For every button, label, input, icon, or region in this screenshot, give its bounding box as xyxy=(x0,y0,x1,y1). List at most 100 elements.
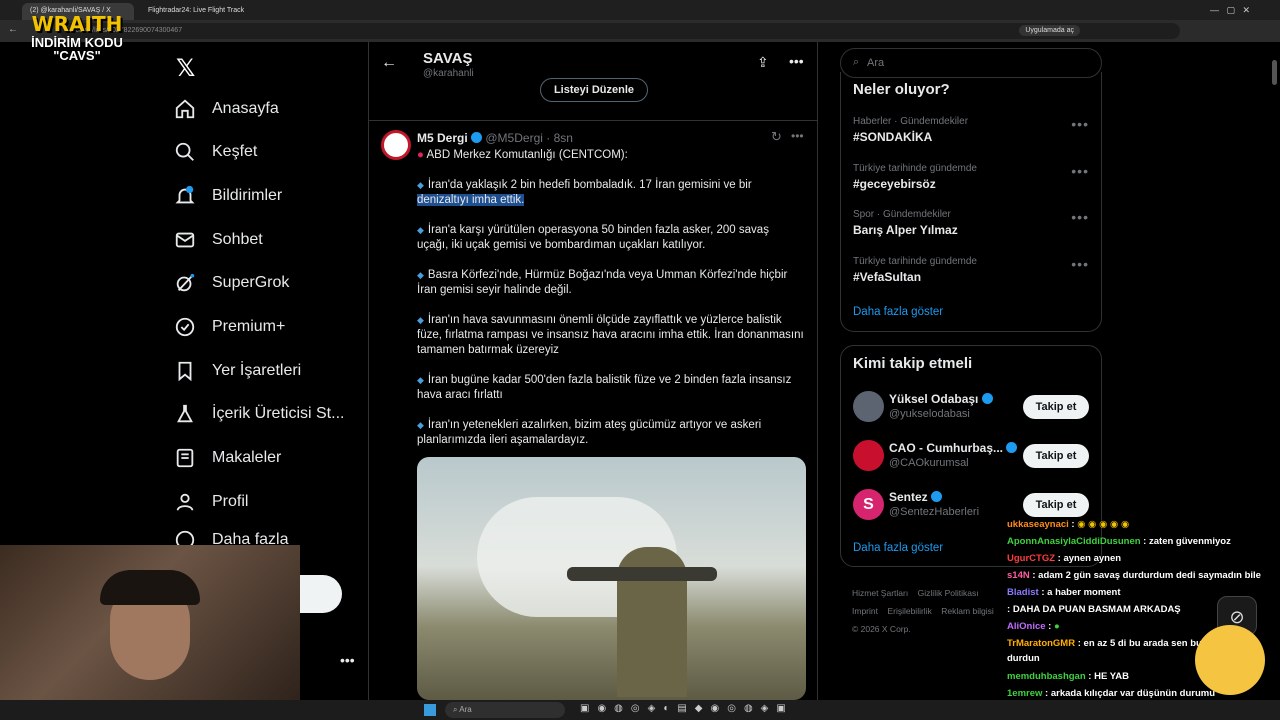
chat-message: AponnAnasiylaCiddiDusunen : zaten güvenm… xyxy=(1007,536,1231,547)
nav-item-articles[interactable]: Makaleler xyxy=(174,440,281,476)
diamond-icon: ◆ xyxy=(417,270,424,280)
nav-label: Anasayfa xyxy=(212,100,279,117)
open-in-app-badge[interactable]: Uygulamada aç xyxy=(1019,25,1080,36)
account-more-icon[interactable]: ••• xyxy=(340,652,355,668)
suggested-user-name[interactable]: Yüksel Odabaşı xyxy=(889,392,993,406)
chat-message: ukkaseaynaci : ◉ ◉ ◉ ◉ ◉ xyxy=(1007,519,1130,530)
verified-icon xyxy=(175,317,195,337)
grok-icon xyxy=(176,273,195,292)
list-title: SAVAŞ xyxy=(423,50,473,67)
trend-more-icon[interactable]: ••• xyxy=(1071,163,1089,179)
brand-logo-text: WRAITH xyxy=(31,12,123,36)
url-field[interactable]: x.com/i/lists/2027822690074300467 Uygula… xyxy=(60,23,1180,39)
nav-item-home[interactable]: Anasayfa xyxy=(174,91,279,127)
tweet-paragraph: ◆ İran'ın hava savunmasını önemli ölçüde … xyxy=(417,314,782,326)
follow-button[interactable]: Takip et xyxy=(1023,444,1089,468)
post-button[interactable] xyxy=(300,575,342,613)
copyright: © 2026 X Corp. xyxy=(852,624,911,634)
tweet-author[interactable]: M5 Dergi xyxy=(417,131,468,145)
footer-link[interactable]: Hizmet Şartları xyxy=(852,588,908,598)
grok-icon[interactable]: ↻ xyxy=(771,129,782,145)
search-placeholder: Ara xyxy=(867,57,885,69)
avatar[interactable]: S xyxy=(853,489,884,520)
tweet-paragraph: ◆ İran'a karşı yürütülen operasyona 50 bi… xyxy=(417,224,769,236)
bell-icon xyxy=(175,185,195,204)
bookmark-icon xyxy=(178,361,192,382)
avatar[interactable] xyxy=(381,130,411,160)
nav-item-explore[interactable]: Keşfet xyxy=(174,134,257,170)
nav-item-chat[interactable]: Sohbet xyxy=(174,222,263,258)
tweet-header: M5 Dergi @M5Dergi · 8sn xyxy=(417,131,573,145)
windows-start-icon[interactable] xyxy=(424,704,436,716)
stream-promo-overlay: WRAITH İNDİRİM KODU "CAVS" xyxy=(22,12,132,62)
diamond-icon: ◆ xyxy=(417,180,424,190)
more-options-icon[interactable]: ••• xyxy=(789,53,804,69)
taskbar-app-icons[interactable]: ▣◉◍◎◈◐▤◆◉◎◍◈▣ xyxy=(580,703,794,714)
taskbar-search[interactable]: ⌕ Ara xyxy=(445,702,565,718)
red-circle-icon: ● xyxy=(417,149,424,161)
trend-more-icon[interactable]: ••• xyxy=(1071,209,1089,225)
share-icon[interactable]: ⇪ xyxy=(757,54,769,71)
nav-item-profile[interactable]: Profil xyxy=(174,484,248,520)
suggested-user-handle: @CAOkurumsal xyxy=(889,457,969,469)
follow-show-more-link[interactable]: Daha fazla göster xyxy=(853,542,943,554)
footer-link[interactable]: Imprint xyxy=(852,606,878,616)
tweet-image[interactable] xyxy=(417,457,806,700)
nav-label: Yer İşaretleri xyxy=(212,362,302,379)
search-icon: ⌕ xyxy=(853,56,860,68)
search-icon xyxy=(175,142,194,161)
trend-item[interactable]: Haberler · Gündemdekiler #SONDAKİKA xyxy=(853,116,1083,144)
footer-link[interactable]: Erişilebilirlik xyxy=(887,606,931,616)
suggested-user-name[interactable]: Sentez xyxy=(889,490,943,504)
nav-item-supergrok[interactable]: SuperGrok xyxy=(174,265,289,301)
footer-link[interactable]: Gizlilik Politikası xyxy=(918,588,979,598)
trends-show-more-link[interactable]: Daha fazla göster xyxy=(853,306,943,318)
nav-item-creator-studio[interactable]: İçerik Üreticisi St... xyxy=(174,396,344,432)
nav-label: Makaleler xyxy=(212,449,282,466)
browser-address-bar: ← x.com/i/lists/2027822690074300467 Uygu… xyxy=(0,20,1280,42)
nav-label: Keşfet xyxy=(212,143,258,160)
streamer-hair xyxy=(100,570,200,605)
nav-item-notifications[interactable]: Bildirimler xyxy=(174,178,282,214)
nav-item-bookmarks[interactable]: Yer İşaretleri xyxy=(174,353,301,389)
suggested-user-handle: @yukselodabasi xyxy=(889,408,970,420)
nav-label: Bildirimler xyxy=(212,187,283,204)
trend-item[interactable]: Türkiye tarihinde gündemde #geceyebirsöz xyxy=(853,163,1083,191)
browser-tab-bar: (2) @karahanli/SAVAŞ / X Flightradar24: … xyxy=(0,0,1280,20)
scrollbar-thumb[interactable] xyxy=(1272,60,1277,85)
tweet-more-icon[interactable]: ••• xyxy=(791,129,804,143)
trend-item[interactable]: Spor · Gündemdekiler Barış Alper Yılmaz xyxy=(853,209,1083,237)
tweet-paragraph: ◆ İran'da yaklaşık 2 bin hedefi bombaladı… xyxy=(417,179,752,191)
back-arrow-icon[interactable]: ← xyxy=(8,24,18,35)
nav-label: İçerik Üreticisi St... xyxy=(212,405,345,422)
trend-more-icon[interactable]: ••• xyxy=(1071,116,1089,132)
tweet-paragraph: ◆ Basra Körfezi'nde, Hürmüz Boğazı'nda ve… xyxy=(417,269,788,281)
verified-badge-icon xyxy=(931,491,943,502)
tweet-paragraph: ◆ İran bugüne kadar 500'den fazla balisti… xyxy=(417,374,792,386)
nav-label: Profil xyxy=(212,493,249,510)
x-logo-icon[interactable]: 𝕏 xyxy=(176,54,195,83)
follow-button[interactable]: Takip et xyxy=(1023,395,1089,419)
footer-link[interactable]: Reklam bilgisi xyxy=(941,606,993,616)
trend-item[interactable]: Türkiye tarihinde gündemde #VefaSultan xyxy=(853,256,1083,284)
avatar[interactable] xyxy=(853,391,884,422)
trends-title: Neler oluyor? xyxy=(853,81,950,98)
tweet-first-line: ● ABD Merkez Komutanlığı (CENTCOM): xyxy=(417,149,628,161)
tweet-handle[interactable]: @M5Dergi xyxy=(485,131,543,145)
follow-button[interactable]: Takip et xyxy=(1023,493,1089,517)
nav-item-premium[interactable]: Premium+ xyxy=(174,309,285,345)
diamond-icon: ◆ xyxy=(417,225,424,235)
promo-code: "CAVS" xyxy=(53,48,101,63)
suggested-user-name[interactable]: CAO - Cumhurbaş... xyxy=(889,441,1018,455)
launcher-tube xyxy=(567,567,717,581)
trend-more-icon[interactable]: ••• xyxy=(1071,256,1089,272)
chat-message: UgurCTGZ : aynen aynen xyxy=(1007,553,1122,564)
back-arrow-icon[interactable]: ← xyxy=(381,54,397,72)
avatar[interactable] xyxy=(853,440,884,471)
browser-tab[interactable]: Flightradar24: Live Flight Track xyxy=(140,3,270,20)
main-column: ← SAVAŞ @karahanli ⇪ ••• Listeyi Düzenle… xyxy=(368,42,818,700)
tweet-time[interactable]: 8sn xyxy=(554,131,573,145)
edit-list-button[interactable]: Listeyi Düzenle xyxy=(540,78,648,102)
window-controls[interactable]: — ▢ ✕ xyxy=(1210,5,1250,16)
who-to-follow-card: Kimi takip etmeli Yüksel Odabaşı @yuksel… xyxy=(840,345,1102,567)
